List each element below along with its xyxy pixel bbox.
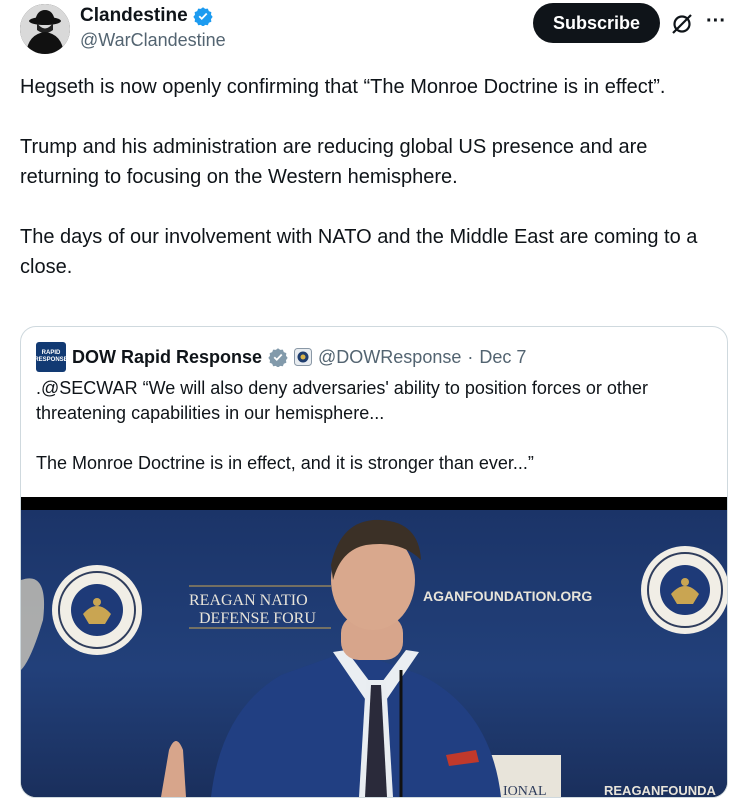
affiliate-seal-icon bbox=[294, 348, 313, 366]
tweet-text: Hegseth is now openly confirming that “T… bbox=[20, 72, 730, 282]
bottom-left-text: IONAL bbox=[503, 784, 547, 797]
author-name[interactable]: Clandestine bbox=[80, 5, 188, 27]
speaker-figure bbox=[161, 519, 501, 797]
quoted-author-handle[interactable]: @DOWResponse bbox=[318, 347, 461, 368]
quoted-tweet-header: RAPID RESPONSE DOW Rapid Response @DOWRe… bbox=[34, 342, 526, 372]
video-player[interactable]: REAGAN NATIO DEFENSE FORU AGANFOUNDATION… bbox=[21, 497, 727, 797]
presidential-seal-right bbox=[641, 546, 727, 634]
quoted-author-name[interactable]: DOW Rapid Response bbox=[72, 347, 262, 368]
tweet-paragraph: Trump and his administration are reducin… bbox=[20, 136, 648, 188]
verified-badge-icon bbox=[193, 7, 213, 26]
quoted-tweet[interactable]: RAPID RESPONSE DOW Rapid Response @DOWRe… bbox=[20, 326, 728, 798]
video-frame: REAGAN NATIO DEFENSE FORU AGANFOUNDATION… bbox=[21, 510, 727, 797]
website-text: AGANFOUNDATION.ORG bbox=[423, 588, 592, 604]
quoted-author-avatar[interactable]: RAPID RESPONSE bbox=[34, 342, 68, 372]
quoted-paragraph: The Monroe Doctrine is in effect, and it… bbox=[36, 453, 534, 473]
more-options-icon[interactable]: ··· bbox=[703, 8, 729, 34]
author-handle[interactable]: @WarClandestine bbox=[80, 30, 226, 51]
spy-silhouette-icon bbox=[20, 4, 70, 54]
quoted-tweet-text: .@SECWAR “We will also deny adversaries'… bbox=[36, 376, 716, 476]
tweet-paragraph: The days of our involvement with NATO an… bbox=[20, 226, 698, 278]
separator-dot: · bbox=[467, 346, 474, 367]
subscribe-button[interactable]: Subscribe bbox=[533, 3, 660, 43]
tweet-paragraph: Hegseth is now openly confirming that “T… bbox=[20, 76, 666, 98]
gray-verified-badge-icon bbox=[268, 348, 288, 367]
banner-line-2: DEFENSE FORU bbox=[199, 610, 316, 627]
bottom-right-text: REAGANFOUNDA bbox=[604, 783, 717, 797]
quoted-tweet-date[interactable]: Dec 7 bbox=[479, 347, 526, 368]
video-scene: REAGAN NATIO DEFENSE FORU AGANFOUNDATION… bbox=[21, 519, 727, 797]
quoted-paragraph: .@SECWAR “We will also deny adversaries'… bbox=[36, 378, 648, 423]
author-avatar[interactable] bbox=[20, 4, 70, 54]
presidential-seal-left bbox=[52, 565, 142, 655]
banner-line-1: REAGAN NATIO bbox=[189, 592, 308, 609]
grok-icon[interactable] bbox=[670, 12, 694, 36]
